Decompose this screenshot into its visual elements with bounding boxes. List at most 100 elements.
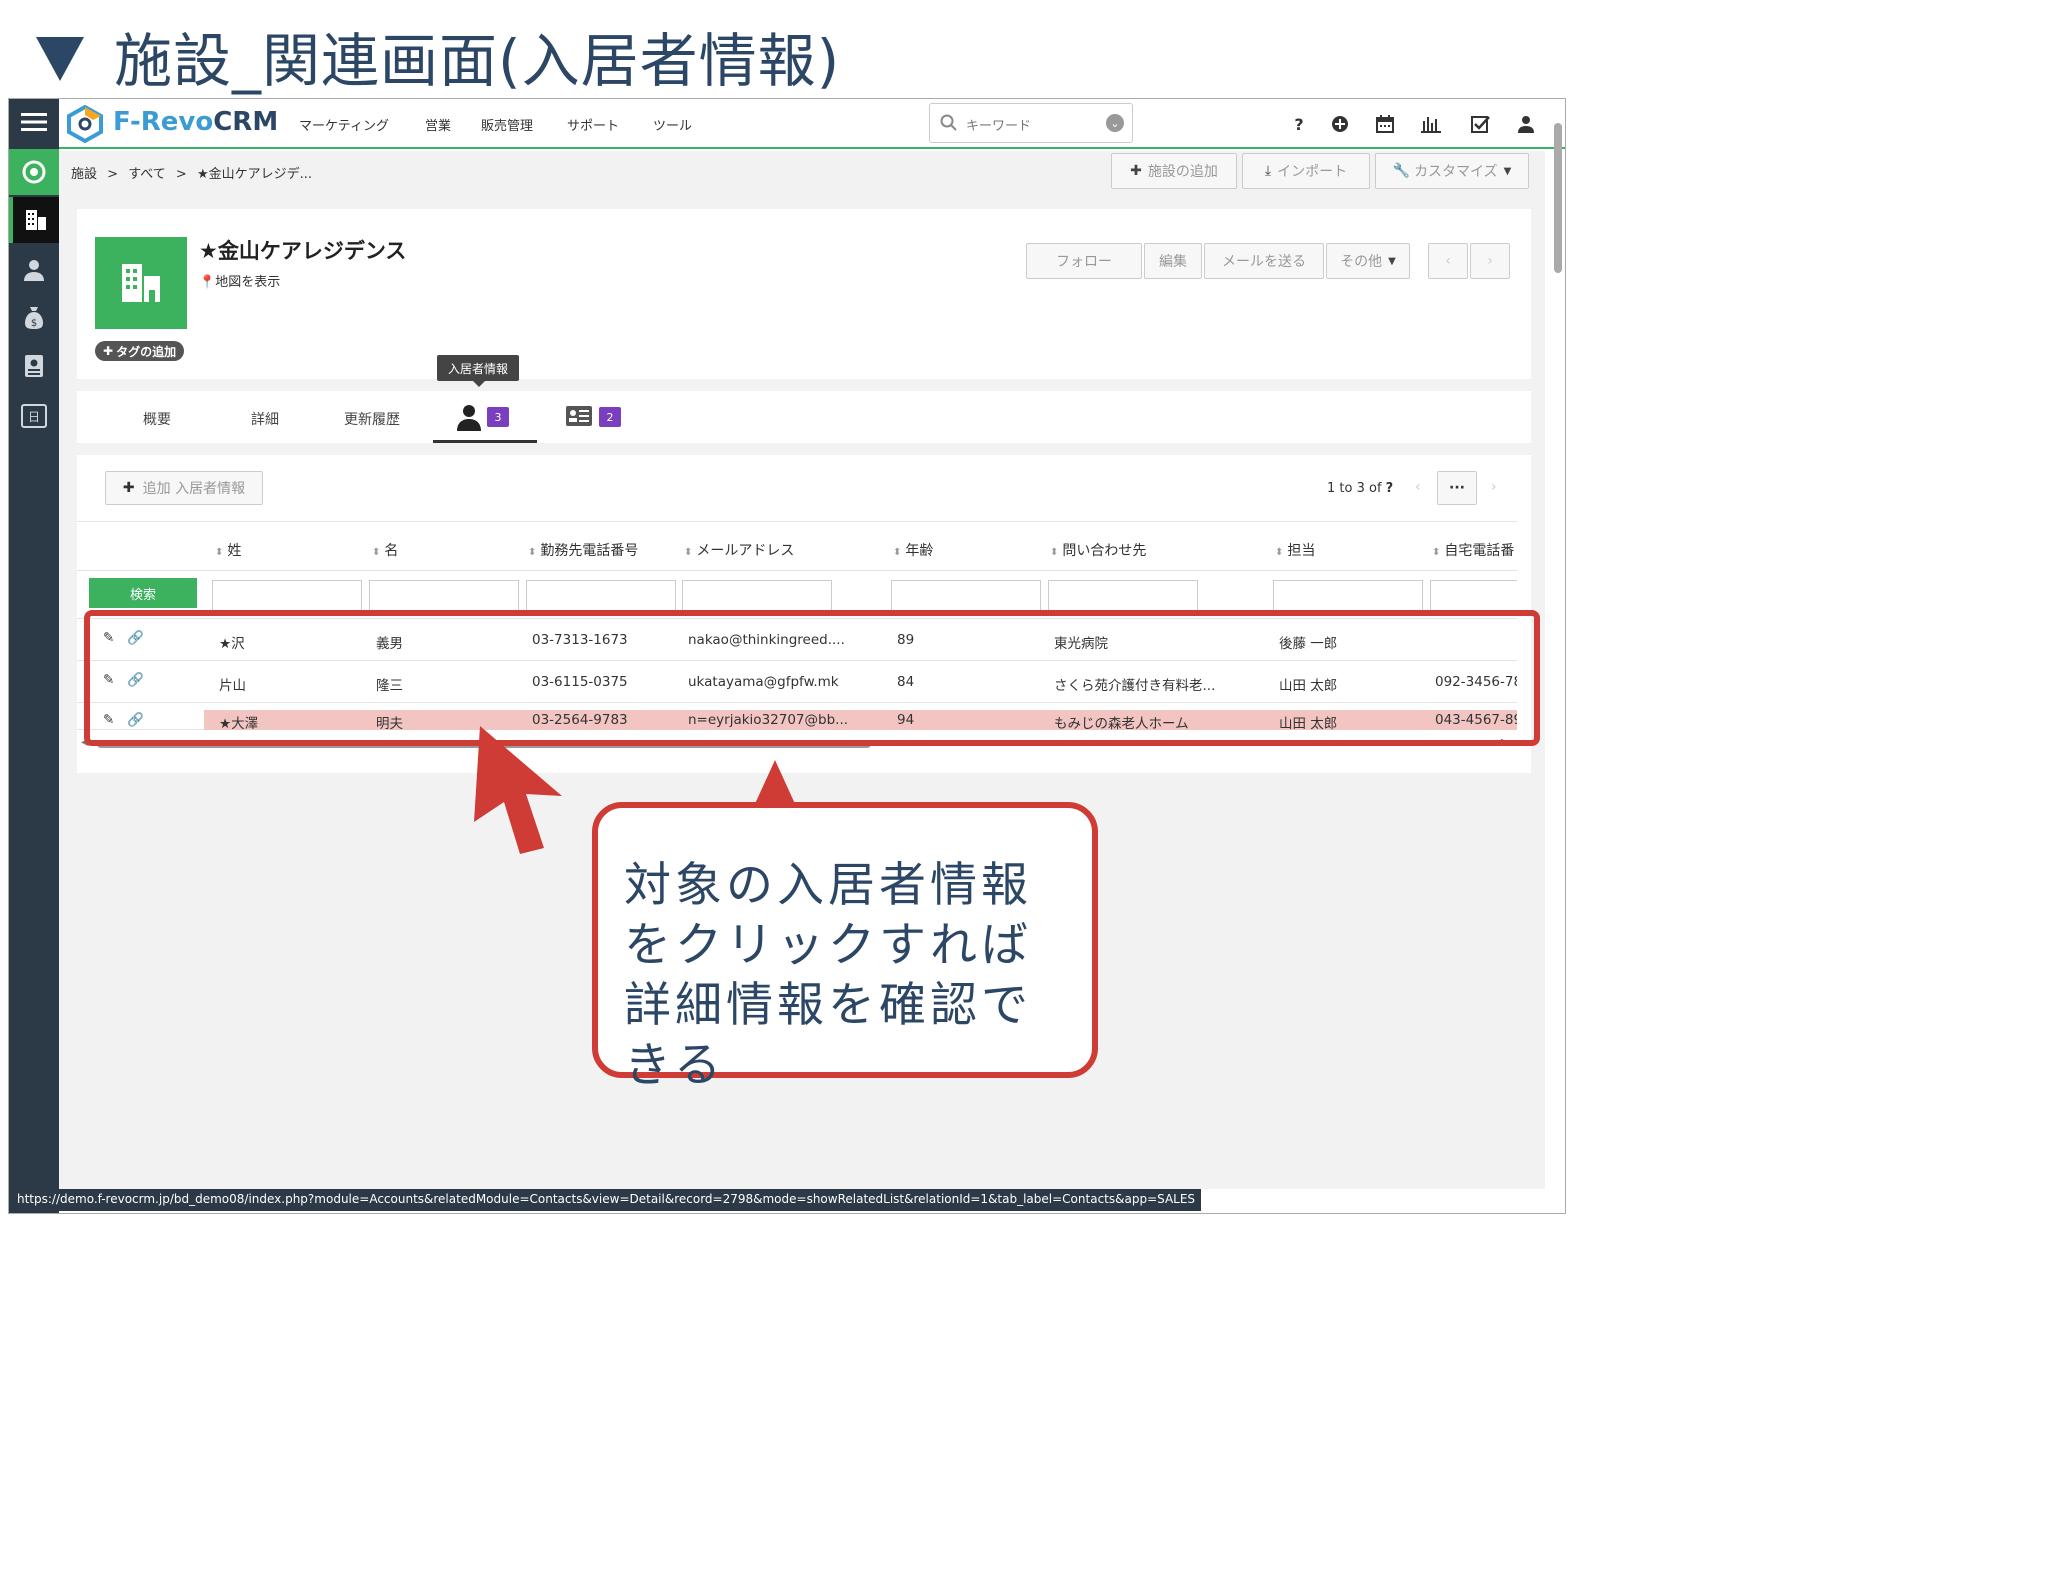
map-link[interactable]: 📍地図を表示 <box>199 271 280 290</box>
tab-history[interactable]: 更新履歴 <box>344 409 400 429</box>
top-navigation: F-RevoCRM マーケティング 営業 販売管理 サポート ツール キーワード… <box>59 99 1565 149</box>
breadcrumb-item-facility[interactable]: 施設 <box>71 167 97 182</box>
page-next-icon[interactable]: › <box>1491 479 1497 495</box>
svg-text:$: $ <box>31 318 37 329</box>
record-title: ★金山ケアレジデンス <box>199 239 407 263</box>
tab-detail[interactable]: 詳細 <box>251 409 279 429</box>
send-mail-button[interactable]: メールを送る <box>1204 243 1324 279</box>
column-header-last-name[interactable]: ⬍ 姓 <box>215 540 241 560</box>
contact-card-icon[interactable] <box>9 343 59 389</box>
money-bag-icon[interactable]: $ <box>9 295 59 341</box>
column-header-contact[interactable]: ⬍ 問い合わせ先 <box>1050 540 1146 560</box>
pagination-info: 1 to 3 of ? <box>1327 481 1394 496</box>
nav-item-marketing[interactable]: マーケティング <box>299 115 389 134</box>
edit-button[interactable]: 編集 <box>1144 243 1202 279</box>
column-header-work-phone[interactable]: ⬍ 勤務先電話番号 <box>528 540 638 560</box>
sidebar: $ 日 <box>9 99 59 1213</box>
filter-owner[interactable] <box>1273 580 1423 612</box>
column-header-email[interactable]: ⬍ メールアドレス <box>684 540 794 560</box>
filter-last-name[interactable] <box>212 580 362 612</box>
slide-title-text: 施設_関連画面(入居者情報) <box>114 27 841 95</box>
calendar-day-icon[interactable]: 日 <box>9 393 59 439</box>
breadcrumb: 施設 > すべて > ★金山ケアレジデ... <box>71 167 313 182</box>
nav-item-inventory[interactable]: 販売管理 <box>481 115 533 134</box>
column-header-owner[interactable]: ⬍ 担当 <box>1275 540 1315 560</box>
page-scrollbar-thumb[interactable] <box>1554 123 1562 273</box>
header-divider <box>77 570 1517 571</box>
brand-name[interactable]: F-RevoCRM <box>113 107 278 137</box>
home-target-icon[interactable] <box>9 149 59 195</box>
record-header: ★金山ケアレジデンス 📍地図を表示 ✚ タグの追加 フォロー 編集 メールを送る … <box>77 209 1531 379</box>
column-header-home-phone[interactable]: ⬍ 自宅電話番 <box>1432 540 1514 560</box>
callout-text: 対象の入居者情報をクリックすれば詳細情報を確認できる <box>624 858 1032 1093</box>
next-record-icon[interactable]: › <box>1470 243 1510 279</box>
search-box[interactable]: キーワード ⌄ <box>929 103 1133 143</box>
tab-overview[interactable]: 概要 <box>143 409 171 429</box>
search-button[interactable]: 検索 <box>89 578 197 608</box>
breadcrumb-item-all[interactable]: すべて <box>128 167 166 182</box>
more-pages-button[interactable]: ··· <box>1437 471 1477 505</box>
nav-item-sales[interactable]: 営業 <box>425 115 451 134</box>
search-icon <box>940 114 958 136</box>
tab-cards[interactable]: 2 <box>561 391 631 443</box>
wrench-icon: 🔧 <box>1392 163 1411 179</box>
tooltip-arrow <box>473 381 485 387</box>
nav-item-tools[interactable]: ツール <box>653 115 692 134</box>
calendar-icon[interactable] <box>1372 111 1398 137</box>
plus-icon: ✚ <box>1130 163 1142 179</box>
plus-icon: ✚ <box>103 344 114 358</box>
contact-list-icon <box>565 405 593 431</box>
column-header-age[interactable]: ⬍ 年齢 <box>893 540 933 560</box>
filter-contact[interactable] <box>1048 580 1198 612</box>
nav-item-support[interactable]: サポート <box>567 115 619 134</box>
highlight-box <box>84 610 1540 746</box>
customize-button[interactable]: 🔧 カスタマイズ ▼ <box>1375 153 1529 189</box>
add-resident-button[interactable]: ✚ 追加 入居者情報 <box>105 471 263 505</box>
filter-first-name[interactable] <box>369 580 519 612</box>
search-dropdown-icon[interactable]: ⌄ <box>1106 114 1124 132</box>
quick-create-icon[interactable] <box>1327 111 1353 137</box>
callout-box: 対象の入居者情報をクリックすれば詳細情報を確認できる <box>592 802 1098 1093</box>
filter-work-phone[interactable] <box>526 580 676 612</box>
more-actions-button[interactable]: その他 ▼ <box>1326 243 1410 279</box>
person-icon[interactable] <box>9 247 59 293</box>
filter-age[interactable] <box>891 580 1041 612</box>
filter-email[interactable] <box>682 580 832 612</box>
search-placeholder: キーワード <box>966 119 1032 134</box>
resident-person-icon <box>455 403 483 435</box>
brand-logo-icon[interactable] <box>65 104 105 147</box>
callout-pointer <box>754 760 796 806</box>
page-scrollbar[interactable] <box>1553 113 1563 1173</box>
breadcrumb-item-record: ★金山ケアレジデ... <box>196 167 313 182</box>
add-facility-button[interactable]: ✚ 施設の追加 <box>1111 153 1237 189</box>
plus-icon: ✚ <box>122 480 135 496</box>
triangle-down-icon <box>36 37 84 81</box>
facility-building-icon <box>95 237 187 329</box>
pointer-arrow-icon <box>474 726 562 854</box>
menu-icon[interactable] <box>9 99 59 145</box>
map-marker-icon: 📍 <box>199 275 216 290</box>
related-tabs: 概要 詳細 更新履歴 3 2 <box>77 391 1531 443</box>
help-icon[interactable]: ? <box>1286 111 1312 137</box>
residents-tab-tooltip: 入居者情報 <box>437 355 520 381</box>
previous-record-icon[interactable]: ‹ <box>1428 243 1468 279</box>
cards-count-badge: 2 <box>599 407 621 427</box>
total-count-unknown[interactable]: ? <box>1386 481 1394 496</box>
add-tag-button[interactable]: ✚ タグの追加 <box>95 341 185 361</box>
user-profile-icon[interactable] <box>1513 111 1539 137</box>
import-button[interactable]: ⤓ インポート <box>1242 153 1370 189</box>
slide-title: 施設_関連画面(入居者情報) <box>36 20 840 95</box>
download-icon: ⤓ <box>1264 163 1272 179</box>
page-prev-icon[interactable]: ‹ <box>1415 479 1421 495</box>
column-header-first-name[interactable]: ⬍ 名 <box>372 540 398 560</box>
status-bar-url: https://demo.f-revocrm.jp/bd_demo08/inde… <box>11 1189 1202 1211</box>
reports-chart-icon[interactable] <box>1418 111 1444 137</box>
filter-home-phone[interactable] <box>1430 580 1517 612</box>
caret-down-icon: ▼ <box>1388 255 1396 267</box>
building-icon[interactable] <box>9 197 59 243</box>
tasks-checkbox-icon[interactable] <box>1468 111 1494 137</box>
residents-count-badge: 3 <box>487 407 509 427</box>
follow-button[interactable]: フォロー <box>1026 243 1142 279</box>
caret-down-icon: ▼ <box>1503 165 1512 177</box>
tab-residents[interactable]: 3 <box>433 391 537 443</box>
